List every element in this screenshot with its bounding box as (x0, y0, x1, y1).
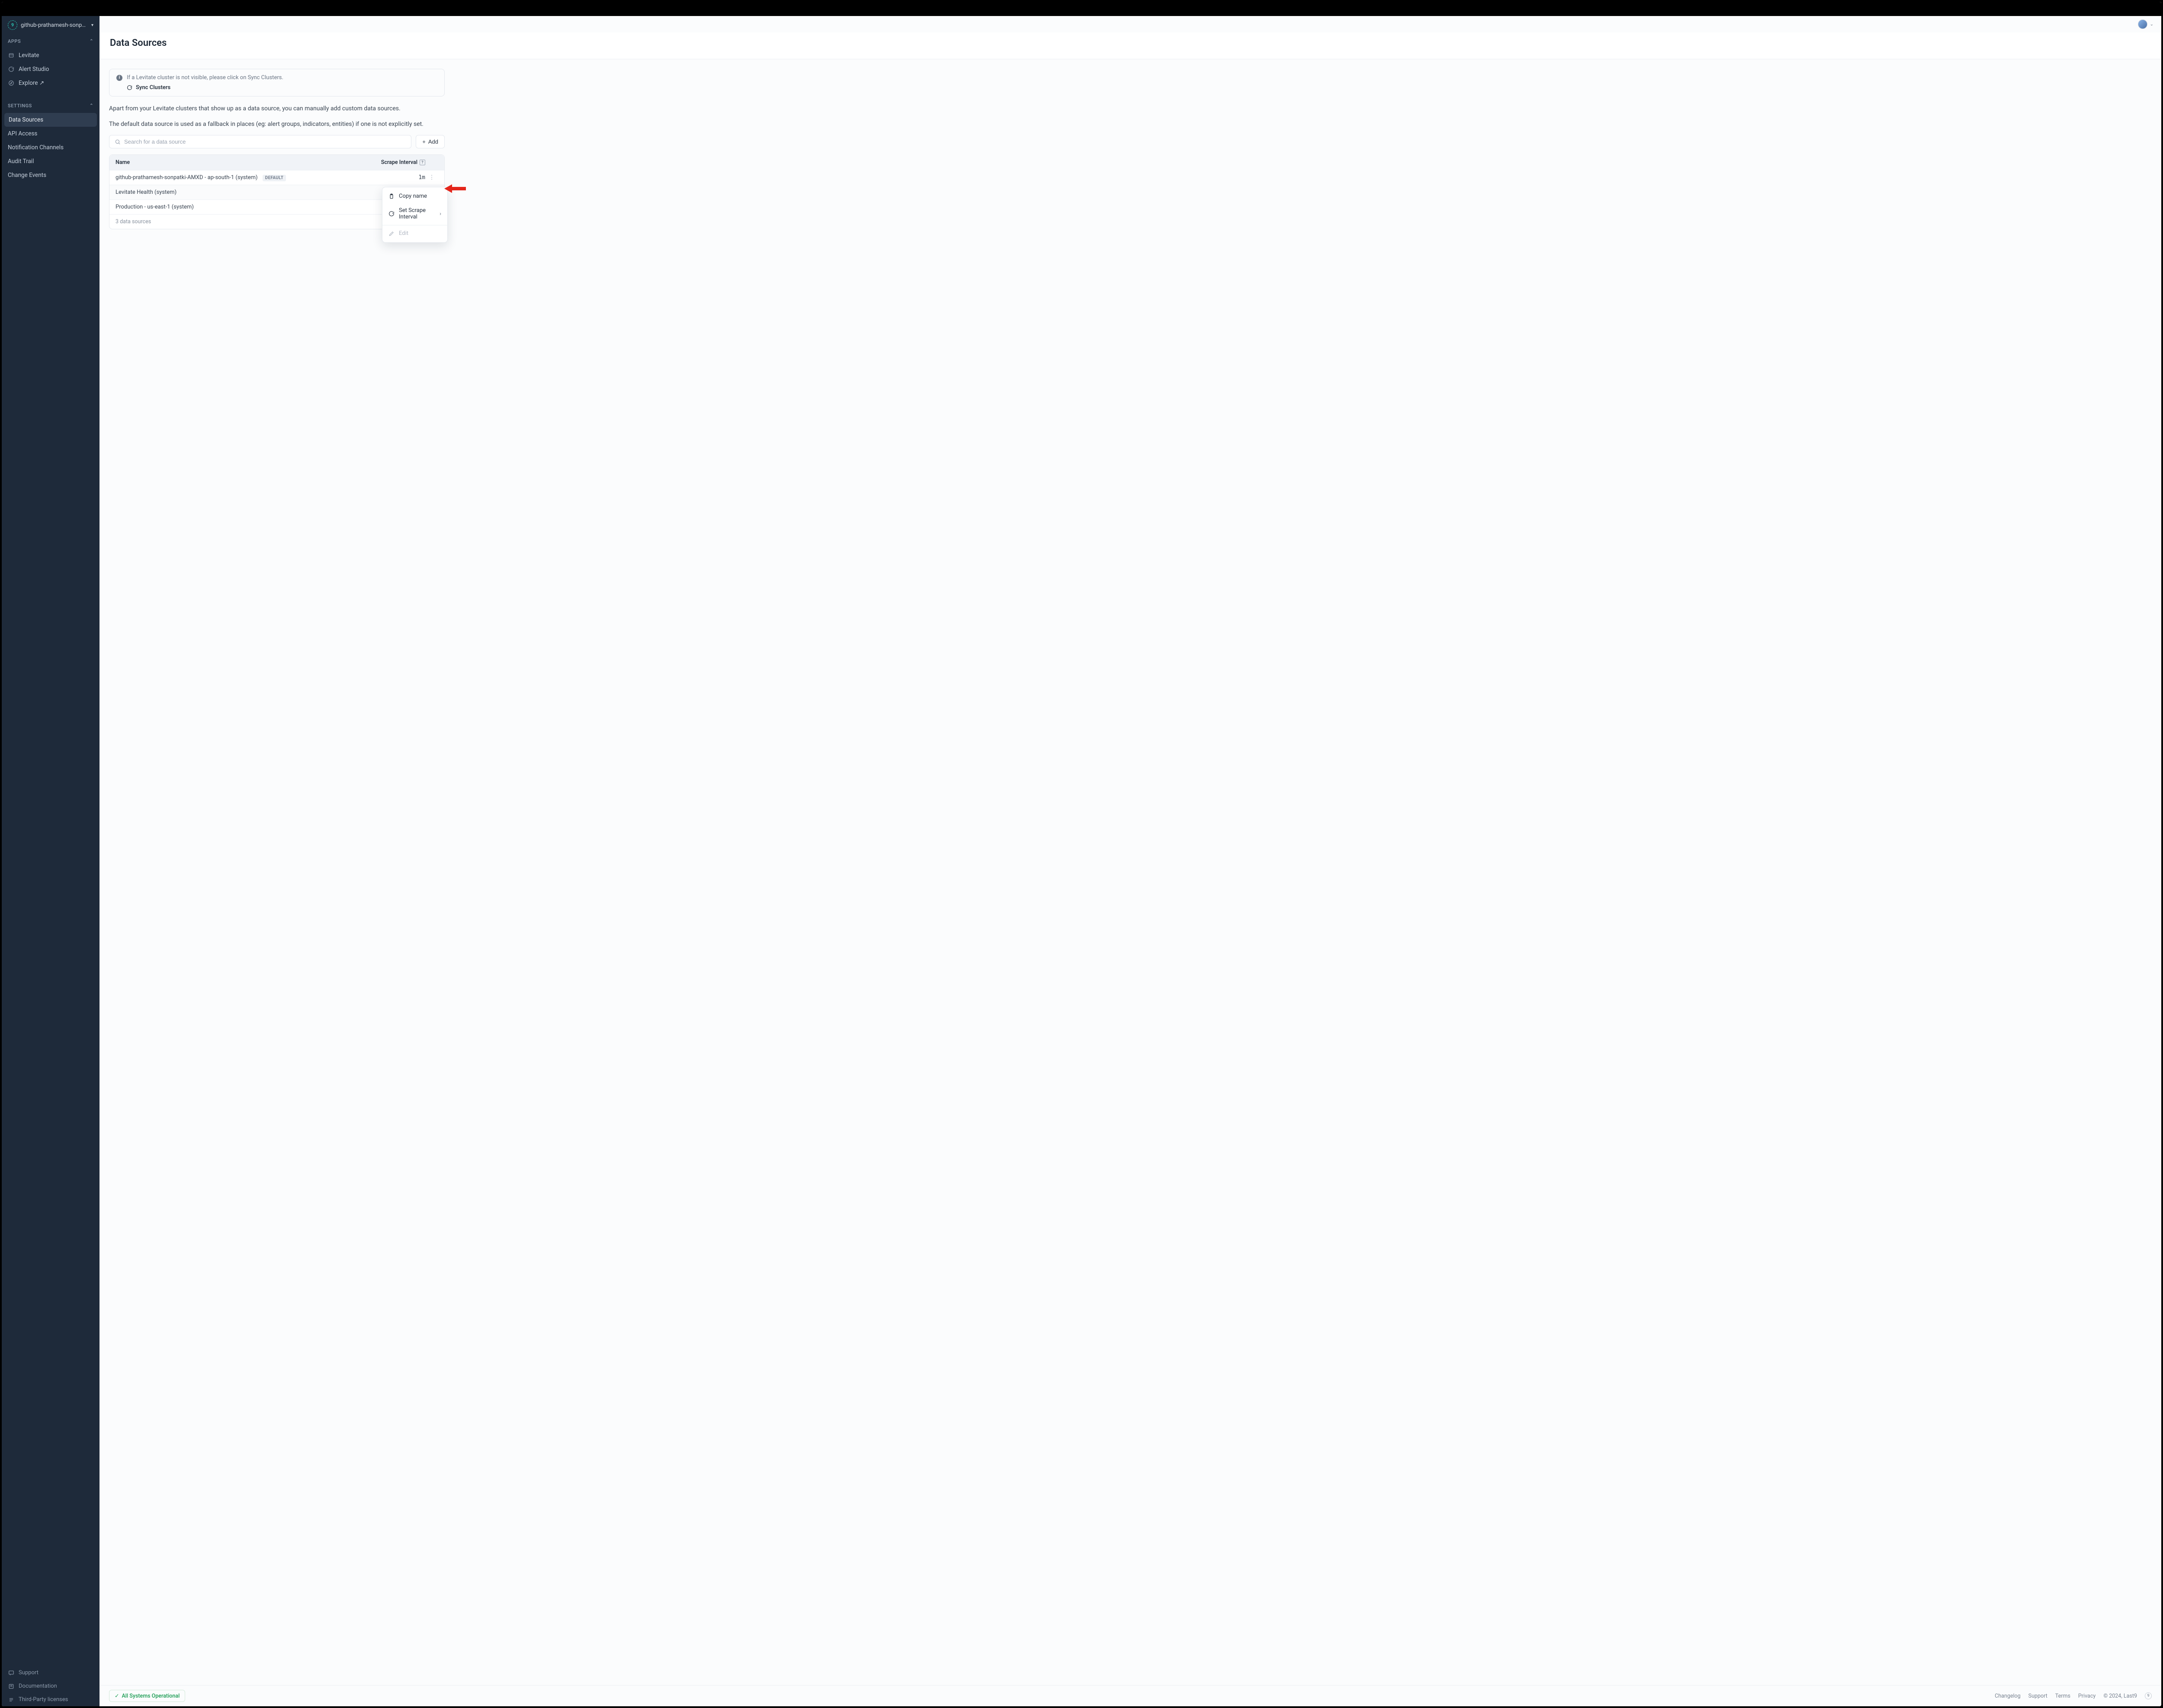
ctx-label: Copy name (399, 193, 427, 199)
help-icon[interactable]: ? (420, 160, 425, 165)
ctx-set-scrape-interval[interactable]: Set Scrape Interval › (382, 203, 447, 224)
check-icon: ✓ (115, 1692, 119, 1699)
sidebar-item-label: Alert Studio (19, 66, 49, 73)
sidebar-item-label: Levitate (19, 52, 39, 59)
sidebar-item-change-events[interactable]: Change Events (2, 168, 99, 182)
ctx-label: Set Scrape Interval (399, 207, 435, 220)
chat-icon (8, 1669, 14, 1676)
sidebar-item-notification-channels[interactable]: Notification Channels (2, 141, 99, 154)
topbar: ⌄ (99, 16, 2161, 32)
add-label: Add (428, 138, 438, 145)
search-input-wrapper[interactable] (109, 135, 411, 148)
sidebar-item-label: Notification Channels (8, 144, 64, 151)
table-row[interactable]: github-prathamesh-sonpatki-AMXD - ap-sou… (109, 170, 444, 185)
caret-down-icon: ▾ (91, 23, 93, 28)
sidebar-item-data-sources[interactable]: Data Sources (4, 113, 97, 127)
sidebar-item-documentation[interactable]: Documentation (2, 1679, 99, 1693)
window-top-bar (2, 2, 2161, 16)
default-badge: DEFAULT (263, 175, 286, 181)
col-header-interval: Scrape Interval ? (365, 159, 425, 166)
chevron-down-icon[interactable]: ⌄ (2150, 22, 2153, 27)
settings-label: SETTINGS (8, 103, 32, 109)
last9-badge-icon: 9 (2145, 1692, 2152, 1699)
sidebar-item-licenses[interactable]: Third-Party licenses (2, 1693, 99, 1706)
footer-bar: ✓ All Systems Operational Changelog Supp… (99, 1685, 2161, 1706)
refresh-icon (8, 66, 14, 73)
add-button[interactable]: + Add (416, 135, 445, 148)
chevron-right-icon: › (440, 211, 441, 217)
ctx-label: Edit (399, 230, 408, 237)
status-pill[interactable]: ✓ All Systems Operational (109, 1690, 185, 1702)
footer-copyright: © 2024, Last9 (2103, 1693, 2137, 1699)
footer-link-changelog[interactable]: Changelog (1995, 1693, 2021, 1699)
last9-logo-icon: 9 (8, 20, 17, 30)
row-name: Levitate Health (system) (116, 189, 177, 196)
sidebar-item-label: Change Events (8, 172, 46, 179)
description-para-1: Apart from your Levitate clusters that s… (109, 104, 445, 114)
sidebar-item-audit-trail[interactable]: Audit Trail (2, 154, 99, 168)
sync-label: Sync Clusters (136, 84, 170, 91)
row-menu-button[interactable]: ⋮ (425, 174, 438, 181)
row-name: github-prathamesh-sonpatki-AMXD - ap-sou… (116, 174, 258, 181)
book-icon (8, 1683, 14, 1689)
col-interval-label: Scrape Interval (381, 159, 417, 166)
sidebar-item-levitate[interactable]: Levitate (2, 48, 99, 62)
refresh-icon (127, 85, 132, 90)
apps-section-header[interactable]: APPS ⌃ (2, 34, 99, 48)
refresh-icon (388, 211, 395, 217)
sidebar-item-label: Data Sources (9, 116, 43, 123)
pencil-icon (388, 231, 395, 237)
main-content: ⌄ Data Sources i If a Levitate cluster i… (99, 2, 2161, 1706)
footer-link-support[interactable]: Support (2028, 1693, 2047, 1699)
context-menu: Copy name Set Scrape Interval › Edit (382, 187, 448, 243)
plus-icon: + (422, 138, 426, 145)
info-text: If a Levitate cluster is not visible, pl… (127, 74, 283, 81)
sidebar-item-explore[interactable]: Explore ↗ (2, 76, 99, 90)
description-para-2: The default data source is used as a fal… (109, 120, 445, 129)
chevron-up-icon: ⌃ (90, 103, 93, 108)
clipboard-icon (388, 193, 395, 199)
chevron-up-icon: ⌃ (90, 39, 93, 44)
sidebar-item-api-access[interactable]: API Access (2, 127, 99, 141)
settings-section-header[interactable]: SETTINGS ⌃ (2, 99, 99, 113)
row-name: Production - us-east-1 (system) (116, 204, 194, 210)
footer-link-privacy[interactable]: Privacy (2078, 1693, 2096, 1699)
page-header: Data Sources (99, 32, 2161, 59)
sidebar-item-label: API Access (8, 130, 37, 137)
sidebar-item-label: Audit Trail (8, 158, 34, 165)
sidebar-item-label: Explore ↗ (19, 80, 44, 87)
sidebar: 9 github-prathamesh-sonpatki ▾ APPS ⌃ Le… (2, 2, 99, 1706)
footer-link-terms[interactable]: Terms (2055, 1693, 2070, 1699)
sidebar-item-label: Support (19, 1669, 39, 1676)
ctx-edit: Edit (382, 226, 447, 241)
sidebar-item-alert-studio[interactable]: Alert Studio (2, 62, 99, 76)
search-input[interactable] (124, 138, 406, 145)
page-title: Data Sources (110, 38, 2151, 48)
search-icon (115, 139, 121, 145)
status-text: All Systems Operational (122, 1693, 180, 1699)
sidebar-item-label: Documentation (19, 1683, 57, 1689)
info-icon: i (116, 75, 122, 81)
annotation-arrow-icon (444, 183, 466, 194)
compass-icon (8, 80, 14, 87)
col-header-name: Name (116, 159, 365, 166)
avatar[interactable] (2138, 19, 2147, 29)
sync-clusters-button[interactable]: Sync Clusters (116, 84, 437, 91)
org-name: github-prathamesh-sonpatki (21, 22, 88, 29)
sidebar-item-label: Third-Party licenses (19, 1696, 68, 1703)
sidebar-item-support[interactable]: Support (2, 1666, 99, 1679)
ctx-copy-name[interactable]: Copy name (382, 189, 447, 203)
row-interval: 1m (418, 174, 425, 181)
apps-label: APPS (8, 39, 21, 44)
data-sources-table: Name Scrape Interval ? github-prathamesh… (109, 154, 445, 229)
info-box: i If a Levitate cluster is not visible, … (109, 69, 445, 96)
list-icon (8, 1696, 14, 1703)
database-icon (8, 52, 14, 59)
org-selector[interactable]: 9 github-prathamesh-sonpatki ▾ (2, 16, 99, 34)
